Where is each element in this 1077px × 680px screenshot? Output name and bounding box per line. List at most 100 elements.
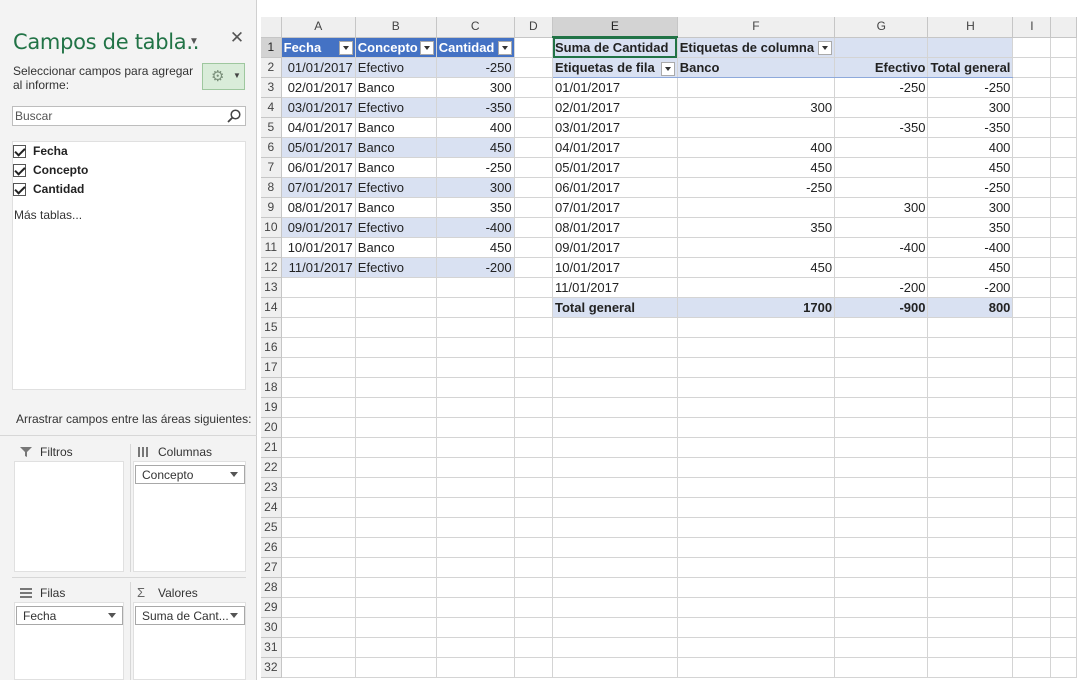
cell[interactable] xyxy=(927,637,1014,658)
cell[interactable] xyxy=(834,377,929,398)
cell[interactable] xyxy=(834,317,929,338)
cell[interactable] xyxy=(552,637,678,658)
cell[interactable] xyxy=(436,577,515,598)
row-header-29[interactable]: 29 xyxy=(261,597,282,618)
cell[interactable] xyxy=(1050,457,1077,478)
cell[interactable] xyxy=(834,597,929,618)
columns-field-chip[interactable]: Concepto xyxy=(135,465,245,484)
cell[interactable] xyxy=(677,577,836,598)
pane-options-chevron-icon[interactable]: ▼ xyxy=(189,36,199,47)
cell[interactable] xyxy=(677,557,836,578)
cell[interactable] xyxy=(514,437,554,458)
cell[interactable] xyxy=(355,497,437,518)
pivot-cell-banco[interactable] xyxy=(677,277,836,298)
row-header-2[interactable]: 2 xyxy=(261,57,282,78)
cell[interactable] xyxy=(834,437,929,458)
table-cell-concepto[interactable]: Banco xyxy=(355,137,437,158)
row-header-11[interactable]: 11 xyxy=(261,237,282,258)
cell[interactable] xyxy=(927,657,1014,678)
cell[interactable] xyxy=(514,617,554,638)
pivot-row-label[interactable]: 04/01/2017 xyxy=(552,137,678,158)
cell[interactable] xyxy=(355,357,437,378)
cell[interactable] xyxy=(1012,397,1052,418)
cell[interactable] xyxy=(677,317,836,338)
table-cell-fecha[interactable]: 07/01/2017 xyxy=(281,177,356,198)
cell[interactable] xyxy=(355,557,437,578)
cell[interactable] xyxy=(514,497,554,518)
cell[interactable] xyxy=(355,617,437,638)
cell[interactable] xyxy=(514,137,554,158)
cell[interactable] xyxy=(1050,517,1077,538)
cell[interactable] xyxy=(514,657,554,678)
cell[interactable] xyxy=(677,617,836,638)
cell[interactable] xyxy=(1012,577,1052,598)
cell[interactable] xyxy=(1012,457,1052,478)
table-cell-cantidad[interactable]: -400 xyxy=(436,217,515,238)
cell[interactable] xyxy=(355,397,437,418)
cell[interactable] xyxy=(552,377,678,398)
table-cell-cantidad[interactable]: -350 xyxy=(436,97,515,118)
cell[interactable] xyxy=(1050,57,1077,78)
row-header-5[interactable]: 5 xyxy=(261,117,282,138)
pivot-cell-banco[interactable] xyxy=(677,197,836,218)
cell[interactable] xyxy=(355,337,437,358)
cell[interactable] xyxy=(552,417,678,438)
cell[interactable] xyxy=(1012,437,1052,458)
pivot-cell-total[interactable]: -400 xyxy=(927,237,1014,258)
cell[interactable] xyxy=(1012,417,1052,438)
cell[interactable] xyxy=(677,497,836,518)
cell[interactable] xyxy=(514,397,554,418)
table-cell-concepto[interactable]: Banco xyxy=(355,237,437,258)
close-icon[interactable]: ✕ xyxy=(229,28,245,48)
pivot-cell-total[interactable]: 450 xyxy=(927,157,1014,178)
cell[interactable] xyxy=(927,497,1014,518)
pivot-value-label[interactable]: Suma de Cantidad xyxy=(552,37,678,58)
cell[interactable] xyxy=(281,517,356,538)
table-cell-cantidad[interactable]: 300 xyxy=(436,77,515,98)
cell[interactable] xyxy=(514,357,554,378)
row-header-7[interactable]: 7 xyxy=(261,157,282,178)
pivot-col-header-banco[interactable]: Banco xyxy=(677,57,836,78)
row-header-26[interactable]: 26 xyxy=(261,537,282,558)
select-all-corner[interactable] xyxy=(261,17,282,38)
row-header-13[interactable]: 13 xyxy=(261,277,282,298)
table-cell-cantidad[interactable]: 450 xyxy=(436,237,515,258)
pivot-cell-total[interactable]: -250 xyxy=(927,177,1014,198)
row-header-3[interactable]: 3 xyxy=(261,77,282,98)
table-cell-fecha[interactable]: 10/01/2017 xyxy=(281,237,356,258)
row-header-8[interactable]: 8 xyxy=(261,177,282,198)
pivot-row-label[interactable]: 08/01/2017 xyxy=(552,217,678,238)
cell[interactable] xyxy=(927,597,1014,618)
cell[interactable] xyxy=(1012,317,1052,338)
cell[interactable] xyxy=(927,37,1014,58)
pivot-col-header-efectivo[interactable]: Efectivo xyxy=(834,57,929,78)
cell[interactable] xyxy=(514,297,554,318)
cell[interactable] xyxy=(834,617,929,638)
chevron-down-icon[interactable] xyxy=(230,472,238,477)
pivot-cell-efectivo[interactable]: -200 xyxy=(834,277,929,298)
row-header-1[interactable]: 1 xyxy=(261,37,282,58)
pivot-total-efectivo[interactable]: -900 xyxy=(834,297,929,318)
cell[interactable] xyxy=(1050,657,1077,678)
pivot-cell-banco[interactable]: 350 xyxy=(677,217,836,238)
cell[interactable] xyxy=(355,457,437,478)
field-list-settings-button[interactable]: ⚙ ▼ xyxy=(202,63,245,90)
cell[interactable] xyxy=(514,197,554,218)
cell[interactable] xyxy=(1050,117,1077,138)
row-header-19[interactable]: 19 xyxy=(261,397,282,418)
pivot-row-label[interactable]: 02/01/2017 xyxy=(552,97,678,118)
cell[interactable] xyxy=(1050,317,1077,338)
search-box[interactable] xyxy=(12,106,246,126)
cell[interactable] xyxy=(834,397,929,418)
cell[interactable] xyxy=(514,337,554,358)
cell[interactable] xyxy=(355,437,437,458)
pivot-row-label[interactable]: 05/01/2017 xyxy=(552,157,678,178)
row-header-30[interactable]: 30 xyxy=(261,617,282,638)
chevron-down-icon[interactable] xyxy=(108,613,116,618)
cell[interactable] xyxy=(436,437,515,458)
cell[interactable] xyxy=(355,477,437,498)
table-cell-cantidad[interactable]: -200 xyxy=(436,257,515,278)
pivot-total-general[interactable]: 800 xyxy=(927,297,1014,318)
cell[interactable] xyxy=(677,457,836,478)
cell[interactable] xyxy=(552,517,678,538)
